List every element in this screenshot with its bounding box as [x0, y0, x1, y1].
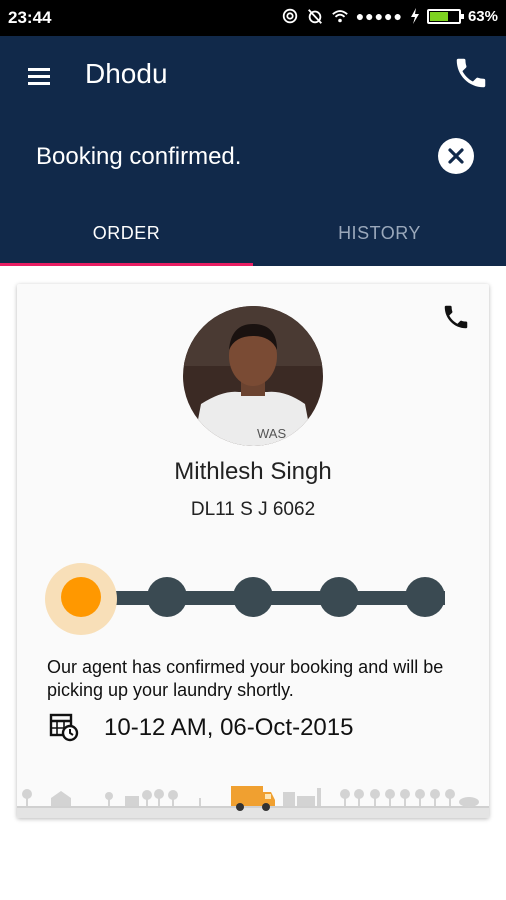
wifi-icon — [331, 10, 348, 23]
tab-history[interactable]: HISTORY — [253, 208, 506, 266]
tab-order[interactable]: ORDER — [0, 208, 253, 266]
call-agent-icon[interactable] — [441, 302, 471, 332]
app-title: Dhodu — [85, 58, 168, 89]
progress-tracker — [17, 559, 489, 639]
close-icon[interactable] — [438, 138, 474, 174]
progress-step-1 — [61, 577, 101, 617]
tab-indicator — [0, 263, 253, 266]
close-x-glyph — [448, 148, 464, 164]
agent-photo: WAS — [183, 306, 323, 446]
order-card: WAS Mithlesh Singh DL11 S J 6062 Our age… — [17, 284, 489, 818]
hamburger-icon[interactable] — [28, 68, 50, 85]
status-time: 23:44 — [8, 8, 52, 27]
status-icons: ●●●●● 63% — [281, 7, 498, 25]
progress-step-2 — [147, 577, 187, 617]
progress-step-4 — [319, 577, 359, 617]
progress-step-5 — [405, 577, 445, 617]
signal-strength: ●●●●● — [355, 8, 403, 24]
tab-bar: ORDER HISTORY — [0, 208, 506, 266]
calendar-clock-icon — [49, 713, 79, 742]
status-message: Our agent has confirmed your booking and… — [47, 657, 444, 700]
battery-icon — [426, 8, 464, 24]
battery-percent: 63% — [467, 7, 498, 25]
avatar: WAS — [183, 306, 323, 446]
progress-step-3 — [233, 577, 273, 617]
app-header: Dhodu Booking confirmed. ORDER HISTORY — [0, 36, 506, 266]
agent-name: Mithlesh Singh — [174, 458, 332, 485]
phone-icon[interactable] — [452, 54, 490, 92]
status-bar: 23:44 ●●●●● 63% — [0, 0, 506, 36]
charging-icon — [410, 8, 419, 24]
target-icon — [282, 8, 297, 24]
pickup-slot: 10-12 AM, 06-Oct-2015 — [104, 714, 354, 741]
alarm-off-icon — [307, 9, 322, 24]
shirt-text: WAS — [257, 426, 286, 441]
booking-confirmed-banner: Booking confirmed. — [36, 143, 242, 170]
delivery-van-scenery — [17, 786, 489, 818]
vehicle-number: DL11 S J 6062 — [190, 499, 316, 520]
